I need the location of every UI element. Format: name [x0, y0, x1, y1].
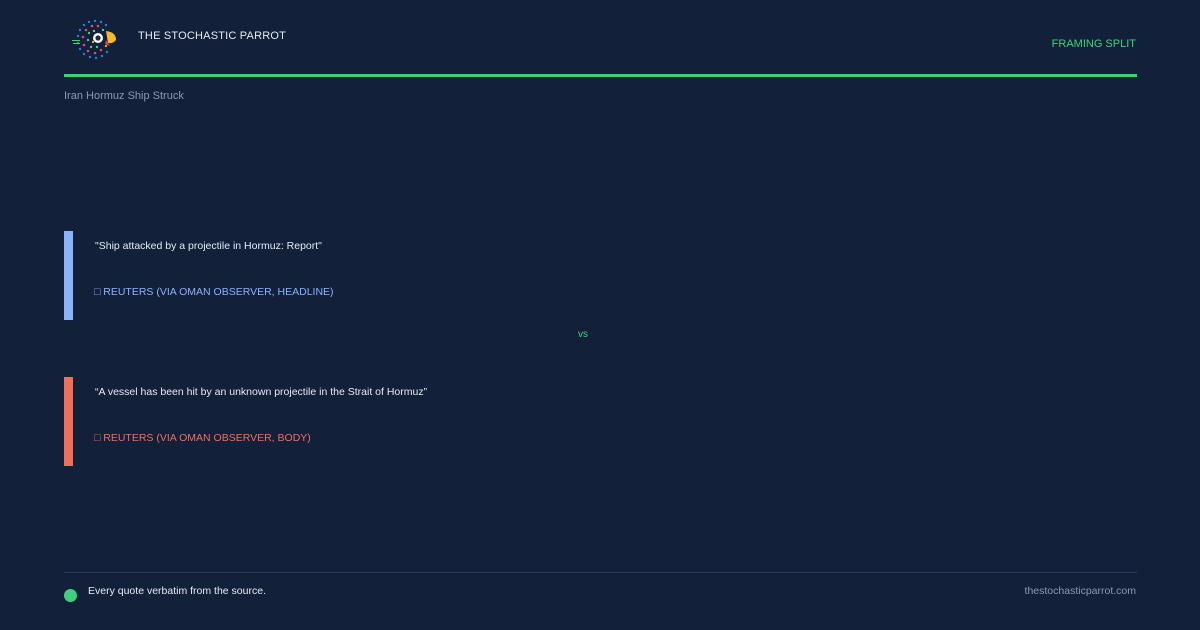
- topic-title: Iran Hormuz Ship Struck: [64, 90, 184, 102]
- vs-separator: vs: [578, 329, 588, 340]
- green-dot-icon: [64, 589, 77, 602]
- header-divider: [64, 74, 1137, 77]
- quote-text: "Ship attacked by a projectile in Hormuz…: [95, 240, 322, 252]
- parrot-logo-icon: [72, 19, 116, 60]
- quote-accent-bar-red: [64, 377, 73, 466]
- framing-split-tag: FRAMING SPLIT: [1051, 38, 1136, 50]
- footer-note: Every quote verbatim from the source.: [88, 585, 266, 597]
- quote-accent-bar-blue: [64, 231, 73, 320]
- quote-source: □ REUTERS (VIA OMAN OBSERVER, BODY): [94, 432, 311, 444]
- quote-source: □ REUTERS (VIA OMAN OBSERVER, HEADLINE): [94, 286, 334, 298]
- quote-text: “A vessel has been hit by an unknown pro…: [95, 386, 428, 398]
- footer-divider: [64, 572, 1137, 573]
- site-url: thestochasticparrot.com: [1024, 585, 1136, 597]
- quote-card-headline: "Ship attacked by a projectile in Hormuz…: [64, 231, 1137, 320]
- quote-card-body: “A vessel has been hit by an unknown pro…: [64, 377, 1137, 466]
- brand-name: THE STOCHASTIC PARROT: [138, 30, 287, 42]
